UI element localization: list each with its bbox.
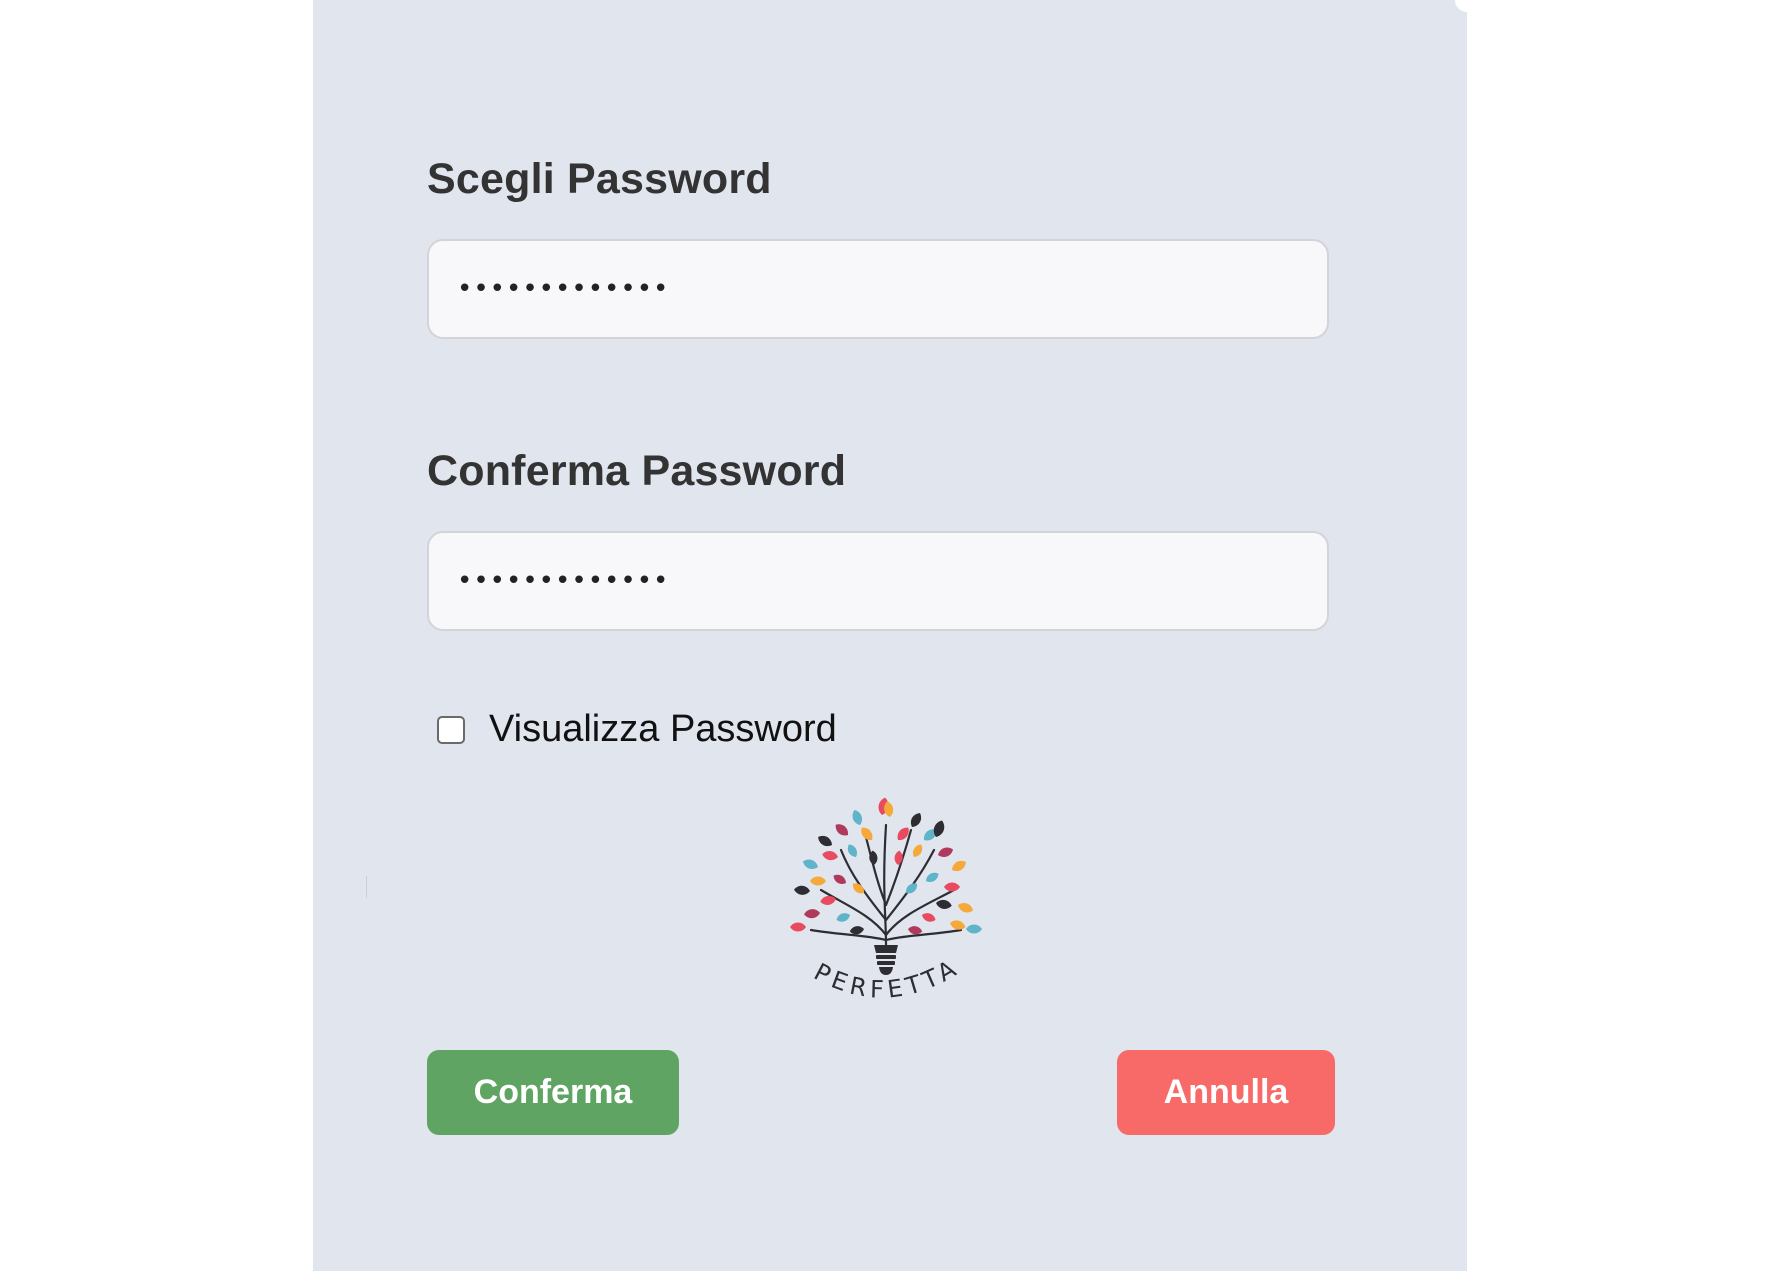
cancel-button[interactable]: Annulla bbox=[1117, 1050, 1335, 1135]
show-password-toggle[interactable]: Visualizza Password bbox=[437, 708, 837, 751]
tree-lightbulb-logo: PERFETTA bbox=[790, 796, 982, 1004]
password-panel: Scegli Password ••••••••••••• Conferma P… bbox=[313, 0, 1467, 1271]
confirm-password-label: Conferma Password bbox=[427, 447, 847, 495]
password-masked-value: ••••••••••••• bbox=[457, 274, 670, 304]
show-password-label: Visualizza Password bbox=[489, 708, 837, 750]
password-input[interactable]: ••••••••••••• bbox=[427, 239, 1329, 339]
svg-text:PERFETTA: PERFETTA bbox=[810, 953, 965, 1004]
confirm-password-input[interactable]: ••••••••••••• bbox=[427, 531, 1329, 631]
password-label: Scegli Password bbox=[427, 155, 772, 203]
divider-mark bbox=[366, 876, 367, 898]
confirm-button[interactable]: Conferma bbox=[427, 1050, 679, 1135]
show-password-checkbox[interactable] bbox=[437, 715, 465, 744]
confirm-password-masked-value: ••••••••••••• bbox=[457, 566, 670, 596]
